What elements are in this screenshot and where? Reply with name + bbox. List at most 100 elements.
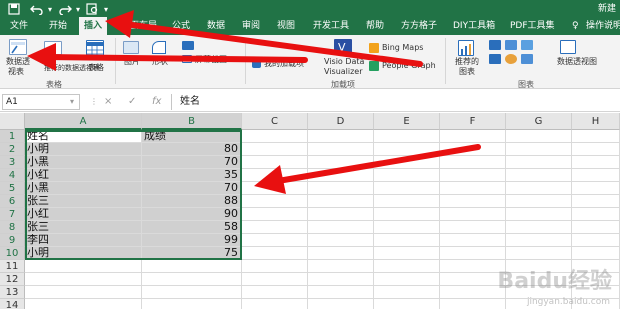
cell-a7[interactable]: 小红 [25, 208, 142, 221]
tab-help[interactable]: 帮助 [366, 17, 384, 35]
cell-e3[interactable] [374, 156, 440, 169]
cell-d4[interactable] [308, 169, 374, 182]
cell-b4[interactable]: 35 [142, 169, 242, 182]
column-header-g[interactable]: G [506, 113, 572, 130]
cell-h1[interactable] [572, 130, 620, 143]
cell-h4[interactable] [572, 169, 620, 182]
pictures-icon[interactable] [123, 41, 139, 54]
cell-h6[interactable] [572, 195, 620, 208]
row-header-9[interactable]: 9 [0, 234, 25, 247]
cell-f11[interactable] [440, 260, 506, 273]
enter-icon[interactable]: ✓ [128, 95, 136, 109]
row-header-3[interactable]: 3 [0, 156, 25, 169]
cell-h9[interactable] [572, 234, 620, 247]
cell-f13[interactable] [440, 286, 506, 299]
cell-c7[interactable] [242, 208, 308, 221]
cell-g1[interactable] [506, 130, 572, 143]
bing-maps-label[interactable]: Bing Maps [382, 43, 423, 53]
column-header-h[interactable]: H [572, 113, 620, 130]
cell-f4[interactable] [440, 169, 506, 182]
row-header-13[interactable]: 13 [0, 286, 25, 299]
cell-b6[interactable]: 88 [142, 195, 242, 208]
recommended-charts-label2[interactable]: 图表 [459, 67, 475, 77]
tab-review[interactable]: 审阅 [242, 17, 260, 35]
cell-c12[interactable] [242, 273, 308, 286]
cell-d11[interactable] [308, 260, 374, 273]
cell-a2[interactable]: 小明 [25, 143, 142, 156]
column-header-c[interactable]: C [242, 113, 308, 130]
undo-dropdown-icon[interactable]: ▾ [48, 3, 52, 17]
hierarchy-chart-icon[interactable] [505, 40, 517, 50]
print-preview-icon[interactable] [86, 3, 99, 17]
cell-e10[interactable] [374, 247, 440, 260]
cell-b8[interactable]: 58 [142, 221, 242, 234]
cell-a3[interactable]: 小黑 [25, 156, 142, 169]
cell-e14[interactable] [374, 299, 440, 309]
pivot-table-label1[interactable]: 数据透 [6, 57, 30, 67]
tab-fangfang[interactable]: 方方格子 [401, 17, 437, 35]
cell-c8[interactable] [242, 221, 308, 234]
table-icon[interactable] [86, 40, 104, 56]
cell-a1[interactable]: 姓名 [25, 130, 142, 143]
column-header-f[interactable]: F [440, 113, 506, 130]
cell-b1[interactable]: 成绩 [142, 130, 242, 143]
cell-f8[interactable] [440, 221, 506, 234]
cell-d8[interactable] [308, 221, 374, 234]
cell-c2[interactable] [242, 143, 308, 156]
cell-e4[interactable] [374, 169, 440, 182]
cell-b5[interactable]: 70 [142, 182, 242, 195]
cell-a10[interactable]: 小明 [25, 247, 142, 260]
recommended-pivot-icon[interactable] [44, 41, 62, 55]
cell-g5[interactable] [506, 182, 572, 195]
cell-g2[interactable] [506, 143, 572, 156]
pictures-label[interactable]: 图片 [124, 57, 140, 67]
cell-d14[interactable] [308, 299, 374, 309]
insert-function-icon[interactable]: fx [152, 95, 161, 109]
cell-b3[interactable]: 70 [142, 156, 242, 169]
select-all-corner[interactable] [0, 113, 25, 130]
cell-c5[interactable] [242, 182, 308, 195]
column-header-b[interactable]: B [142, 113, 242, 130]
row-header-7[interactable]: 7 [0, 208, 25, 221]
people-graph-label[interactable]: People Graph [382, 61, 436, 71]
pivot-chart-icon[interactable] [560, 40, 576, 54]
formula-input[interactable]: 姓名 [180, 95, 200, 109]
recommended-charts-icon[interactable] [458, 40, 474, 56]
cell-f3[interactable] [440, 156, 506, 169]
my-addins-label[interactable]: 我的加载项 [264, 59, 304, 69]
cell-c11[interactable] [242, 260, 308, 273]
row-header-11[interactable]: 11 [0, 260, 25, 273]
cell-c4[interactable] [242, 169, 308, 182]
cell-d2[interactable] [308, 143, 374, 156]
lightbulb-icon[interactable]: ♀ [572, 17, 579, 35]
tab-page-layout[interactable]: 页面布局 [121, 17, 157, 35]
cell-a6[interactable]: 张三 [25, 195, 142, 208]
cell-b14[interactable] [142, 299, 242, 309]
cell-c13[interactable] [242, 286, 308, 299]
visio-label2[interactable]: Visualizer [324, 67, 363, 77]
cell-h2[interactable] [572, 143, 620, 156]
cell-e11[interactable] [374, 260, 440, 273]
redo-icon[interactable] [58, 3, 72, 17]
cell-a5[interactable]: 小黑 [25, 182, 142, 195]
cell-f10[interactable] [440, 247, 506, 260]
cell-e13[interactable] [374, 286, 440, 299]
cell-a12[interactable] [25, 273, 142, 286]
cell-e2[interactable] [374, 143, 440, 156]
cell-f14[interactable] [440, 299, 506, 309]
screenshot-label[interactable]: 屏幕截图 [195, 55, 227, 65]
visio-label1[interactable]: Visio Data [324, 57, 364, 67]
row-header-1[interactable]: 1 [0, 130, 25, 143]
tab-view[interactable]: 视图 [277, 17, 295, 35]
cell-g3[interactable] [506, 156, 572, 169]
bing-maps-icon[interactable] [369, 43, 379, 53]
tab-pdf-tools[interactable]: PDF工具集 [510, 17, 555, 35]
cell-e6[interactable] [374, 195, 440, 208]
line-chart-icon[interactable] [489, 54, 501, 64]
cell-f1[interactable] [440, 130, 506, 143]
statistic-chart-icon[interactable] [521, 40, 533, 50]
cell-g6[interactable] [506, 195, 572, 208]
row-header-6[interactable]: 6 [0, 195, 25, 208]
column-chart-icon[interactable] [489, 40, 501, 50]
row-header-14[interactable]: 14 [0, 299, 25, 309]
